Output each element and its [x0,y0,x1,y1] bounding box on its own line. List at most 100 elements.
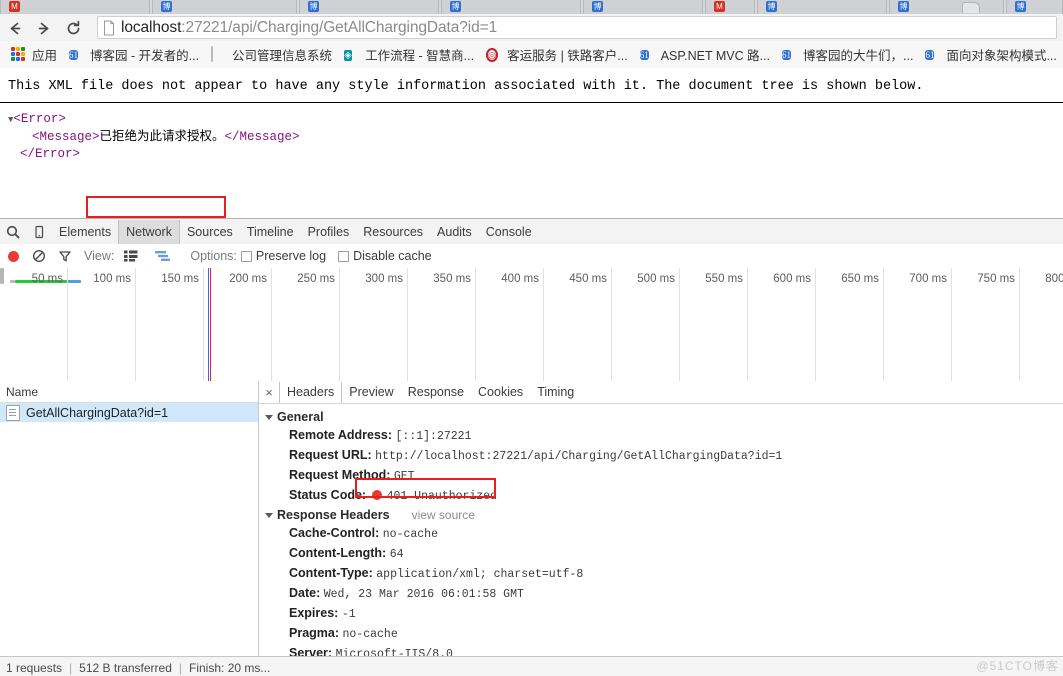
cnblogs-icon: 61 [69,49,79,60]
tab-label: Profiles [307,224,350,239]
bookmark-cnblogs[interactable]: 61 博客园 - 开发者的... [64,44,204,65]
checkbox-box [338,250,350,262]
browser-tab[interactable]: M [705,0,755,14]
checkbox-box [240,250,252,262]
disable-cache-checkbox[interactable]: Disable cache [338,249,432,263]
header-key: Content-Type: [289,566,373,580]
bookmark-aspnet-mvc[interactable]: 61 ASP.NET MVC 路... [635,44,775,65]
reload-icon[interactable] [62,17,84,39]
general-section-header[interactable]: General [265,408,1063,426]
tab-favicon: 博 [592,1,603,12]
header-row: Remote Address: [::1]:27221 [265,426,1063,446]
browser-tab[interactable]: 博 [1006,0,1063,14]
tab-audits[interactable]: Audits [430,220,479,244]
request-count: 1 requests [6,660,63,675]
browser-tab[interactable]: 博 [152,0,297,14]
timeline-gridline [951,268,952,381]
back-icon[interactable] [4,17,26,39]
tab-console[interactable]: Console [479,220,539,244]
device-toolbar-icon[interactable] [26,220,52,244]
timeline-gridline [1019,268,1020,381]
tab-response[interactable]: Response [401,382,471,403]
bookmark-label: ASP.NET MVC 路... [660,49,771,63]
tab-headers[interactable]: Headers [279,381,343,403]
tab-label: Console [485,224,532,239]
timeline-tick-label: 750 ms [977,273,1015,285]
bookmark-apps[interactable]: 应用 [6,44,62,65]
forward-icon[interactable] [32,17,54,39]
browser-tab[interactable]: 博 [889,0,1004,14]
tab-resources[interactable]: Resources [356,220,430,244]
timeline-gridline [883,268,884,381]
request-name: GetAllChargingData?id=1 [26,405,169,420]
bookmark-company-mis[interactable]: 公司管理信息系统 [206,44,337,65]
request-timing-bar [67,280,81,283]
tab-profiles[interactable]: Profiles [301,220,357,244]
tab-timing[interactable]: Timing [530,382,581,403]
browser-tab[interactable]: M [0,0,150,14]
network-status-bar: 1 requests | 512 B transferred | Finish:… [0,656,1063,676]
tab-elements[interactable]: Elements [52,220,118,244]
details-tab-bar: × Headers Preview Response Cookies Timin… [259,381,1063,404]
tab-label: Cookies [478,385,524,399]
tab-sources[interactable]: Sources [180,220,240,244]
tab-favicon: M [9,1,20,12]
browser-tab[interactable]: 博 [441,0,581,14]
new-tab-button[interactable] [962,2,980,13]
document-icon [211,45,227,63]
devtools-panel: Elements Network Sources Timeline Profil… [0,218,1063,676]
tab-preview[interactable]: Preview [342,382,400,403]
tab-label: Timing [537,385,575,399]
timeline-tick-label: 50 ms [31,273,63,285]
status-error-icon [371,490,382,500]
close-icon[interactable]: × [259,382,279,403]
header-key: Server: [289,646,333,656]
bookmark-cnblogs-experts[interactable]: 61 博客园的大牛们，... [777,44,918,65]
xml-tag-error-open: <Error> [13,112,66,126]
timeline-tick-label: 150 ms [161,273,199,285]
bookmark-label: 应用 [32,49,58,63]
browser-tab[interactable]: 博 [757,0,887,14]
search-icon[interactable] [0,220,26,244]
timeline-tick-label: 250 ms [297,273,335,285]
tab-network[interactable]: Network [118,219,180,244]
address-bar-text: localhost:27221/api/Charging/GetAllCharg… [121,19,497,37]
separator: | [69,660,73,675]
browser-tab[interactable]: 博 [583,0,703,14]
tab-timeline[interactable]: Timeline [240,220,301,244]
browser-tab-strip: M 博 博 博 博 M 博 博 博 [0,0,1063,14]
table-row[interactable]: GetAllChargingData?id=1 [0,403,258,422]
bookmark-oop-patterns[interactable]: 61 面向对象架构模式... [920,44,1061,65]
options-label: Options: [190,249,237,263]
tab-label: Sources [186,224,233,239]
divider [0,102,1063,103]
network-request-list: Name GetAllChargingData?id=1 [0,381,259,656]
network-overview-timeline[interactable]: 50 ms 100 ms 150 ms 200 ms 250 ms 300 ms… [0,268,1063,382]
list-view-icon[interactable] [118,244,144,268]
bookmark-label: 工作流程 - 智慧商... [365,49,475,63]
clear-button[interactable] [26,244,52,268]
timeline-tick-label: 300 ms [365,273,403,285]
timeline-gridline [747,268,748,381]
waterfall-view-icon[interactable] [150,244,176,268]
section-title: General [277,410,324,424]
bookmark-label: 博客园 - 开发者的... [90,49,200,63]
record-button[interactable] [0,244,26,268]
response-headers-section-header[interactable]: Response Headers view source [265,506,1063,524]
preserve-log-checkbox[interactable]: Preserve log [240,249,326,263]
browser-tab[interactable]: 博 [299,0,439,14]
tab-cookies[interactable]: Cookies [471,382,530,403]
header-row: Server: Microsoft-IIS/8.0 [265,644,1063,656]
overview-window-handle-left[interactable] [0,268,4,284]
header-row-status: Status Code: 401 Unauthorized [265,486,1063,506]
xml-tag-error-close: </Error> [20,147,81,161]
filter-icon[interactable] [52,244,78,268]
view-source-link[interactable]: view source [412,506,475,524]
bookmark-workflow[interactable]: ◈ 工作流程 - 智慧商... [339,44,479,65]
separator: | [178,660,183,675]
bookmark-railway[interactable]: ◎ 客运服务 | 铁路客户... [481,44,633,65]
address-bar[interactable]: localhost:27221/api/Charging/GetAllCharg… [97,16,1057,39]
highlight-box-message [86,196,226,218]
load-event-marker [210,268,211,381]
xml-tag-message-open: <Message> [32,130,100,144]
